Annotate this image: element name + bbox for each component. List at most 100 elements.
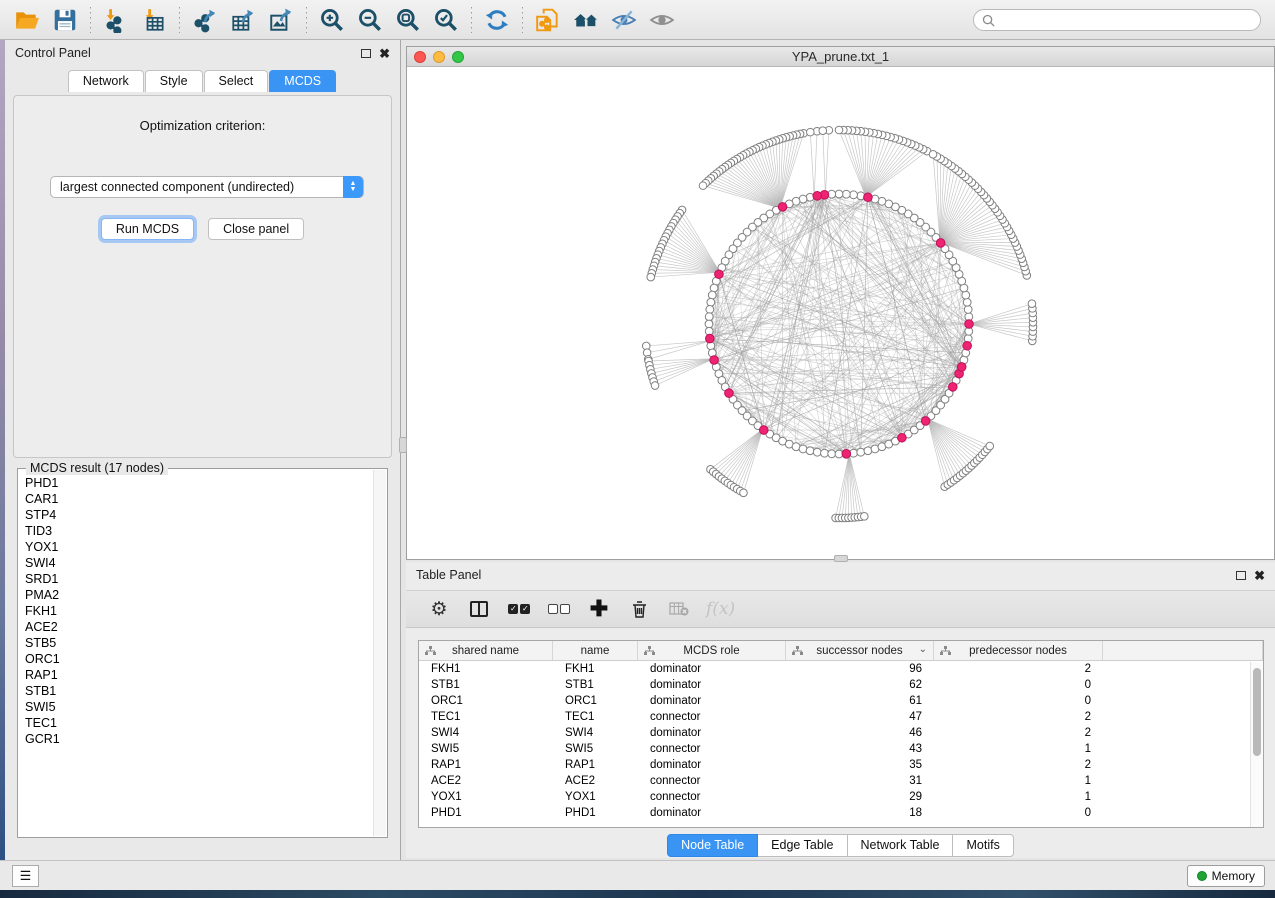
network-node[interactable] <box>948 383 957 392</box>
mcds-result-item[interactable]: STB5 <box>25 635 387 651</box>
network-node[interactable] <box>929 151 937 159</box>
table-row[interactable]: SWI4SWI4dominator462 <box>419 725 1263 741</box>
tab-mcds[interactable]: MCDS <box>269 70 336 92</box>
mcds-result-item[interactable]: YOX1 <box>25 539 387 555</box>
mcds-result-item[interactable]: ACE2 <box>25 619 387 635</box>
zoom-in-icon[interactable] <box>313 3 351 37</box>
network-node[interactable] <box>864 447 872 455</box>
column-header-shared-name[interactable]: shared name <box>419 641 553 660</box>
run-mcds-button[interactable]: Run MCDS <box>101 218 194 240</box>
apply-layout-icon[interactable] <box>478 3 516 37</box>
network-node[interactable] <box>962 291 970 299</box>
network-window-titlebar[interactable]: YPA_prune.txt_1 <box>407 47 1274 67</box>
table-scrollbar-thumb[interactable] <box>1253 668 1261 756</box>
mcds-result-scrollbar[interactable] <box>373 470 386 836</box>
delete-column-icon[interactable] <box>626 596 652 622</box>
tab-motifs[interactable]: Motifs <box>953 834 1013 857</box>
network-node[interactable] <box>813 448 821 456</box>
tab-node-table[interactable]: Node Table <box>667 834 758 857</box>
table-row[interactable]: FKH1FKH1dominator962 <box>419 661 1263 677</box>
mcds-result-item[interactable]: FKH1 <box>25 603 387 619</box>
mcds-result-item[interactable]: TID3 <box>25 523 387 539</box>
export-network-icon[interactable] <box>186 3 224 37</box>
tab-select[interactable]: Select <box>204 70 269 92</box>
table-scrollbar[interactable] <box>1250 662 1263 827</box>
network-node[interactable] <box>861 513 869 521</box>
close-panel-button[interactable]: Close panel <box>208 218 304 240</box>
add-column-icon[interactable]: ✚ <box>586 596 612 622</box>
network-graph[interactable] <box>407 67 1274 559</box>
network-node[interactable] <box>715 270 724 279</box>
new-network-from-selection-icon[interactable] <box>529 3 567 37</box>
close-panel-icon[interactable]: ✖ <box>379 47 390 60</box>
criterion-dropdown[interactable]: largest connected component (undirected)… <box>50 176 364 198</box>
network-node[interactable] <box>957 363 966 372</box>
network-node[interactable] <box>864 193 873 202</box>
mcds-result-item[interactable]: RAP1 <box>25 667 387 683</box>
table-row[interactable]: ORC1ORC1dominator610 <box>419 693 1263 709</box>
table-row[interactable]: ACE2ACE2connector311 <box>419 773 1263 789</box>
network-node[interactable] <box>706 306 714 314</box>
network-node[interactable] <box>1028 300 1036 308</box>
network-node[interactable] <box>759 426 768 435</box>
mcds-result-item[interactable]: SWI4 <box>25 555 387 571</box>
network-node[interactable] <box>835 126 843 134</box>
network-node[interactable] <box>964 306 972 314</box>
panel-splitter-handle[interactable] <box>399 437 407 453</box>
export-image-icon[interactable] <box>262 3 300 37</box>
table-row[interactable]: RAP1RAP1dominator352 <box>419 757 1263 773</box>
node-table[interactable]: shared namenameMCDS rolesuccessor nodes⌄… <box>418 640 1264 828</box>
tab-edge-table[interactable]: Edge Table <box>758 834 847 857</box>
network-home-icon[interactable] <box>567 3 605 37</box>
float-panel-icon[interactable] <box>361 49 371 58</box>
network-node[interactable] <box>819 127 827 135</box>
mcds-result-item[interactable]: STB1 <box>25 683 387 699</box>
search-input[interactable] <box>1000 13 1252 27</box>
network-node[interactable] <box>828 450 836 458</box>
network-node[interactable] <box>936 239 945 248</box>
table-row[interactable]: SWI5SWI5connector431 <box>419 741 1263 757</box>
network-canvas[interactable] <box>407 67 1274 559</box>
tab-style[interactable]: Style <box>145 70 203 92</box>
sort-indicator-icon[interactable]: ⌄ <box>919 644 927 655</box>
mcds-result-item[interactable]: SRD1 <box>25 571 387 587</box>
network-node[interactable] <box>725 389 734 398</box>
table-row[interactable]: PHD1PHD1dominator180 <box>419 805 1263 821</box>
zoom-selected-icon[interactable] <box>427 3 465 37</box>
save-session-icon[interactable] <box>46 3 84 37</box>
column-header-successor-nodes[interactable]: successor nodes⌄ <box>786 641 934 660</box>
network-node[interactable] <box>850 191 858 199</box>
hide-selected-icon[interactable] <box>605 3 643 37</box>
network-node[interactable] <box>857 448 865 456</box>
network-node[interactable] <box>799 445 807 453</box>
column-header-name[interactable]: name <box>553 641 638 660</box>
show-all-icon[interactable] <box>643 3 681 37</box>
table-row[interactable]: TEC1TEC1connector472 <box>419 709 1263 725</box>
mcds-result-item[interactable]: SWI5 <box>25 699 387 715</box>
open-session-icon[interactable] <box>8 3 46 37</box>
unselect-all-columns-icon[interactable] <box>546 596 572 622</box>
network-node[interactable] <box>651 382 659 390</box>
show-columns-icon[interactable] <box>466 596 492 622</box>
search-box[interactable] <box>973 9 1261 31</box>
network-node[interactable] <box>699 182 707 190</box>
column-header-MCDS-role[interactable]: MCDS role <box>638 641 786 660</box>
network-node[interactable] <box>921 417 930 426</box>
network-node[interactable] <box>707 298 715 306</box>
network-node[interactable] <box>965 320 974 329</box>
network-node[interactable] <box>963 341 972 350</box>
network-node[interactable] <box>986 442 994 450</box>
tab-network-table[interactable]: Network Table <box>848 834 954 857</box>
network-node[interactable] <box>842 190 850 198</box>
mcds-result-list[interactable]: PHD1CAR1STP4TID3YOX1SWI4SRD1PMA2FKH1ACE2… <box>18 469 387 837</box>
mcds-result-item[interactable]: ORC1 <box>25 651 387 667</box>
network-node[interactable] <box>806 447 814 455</box>
mcds-result-item[interactable]: CAR1 <box>25 491 387 507</box>
network-node[interactable] <box>705 320 713 328</box>
network-node[interactable] <box>813 192 822 201</box>
network-node[interactable] <box>963 298 971 306</box>
mcds-result-item[interactable]: STP4 <box>25 507 387 523</box>
export-table-icon[interactable] <box>224 3 262 37</box>
zoom-fit-icon[interactable] <box>389 3 427 37</box>
network-node[interactable] <box>778 203 787 212</box>
